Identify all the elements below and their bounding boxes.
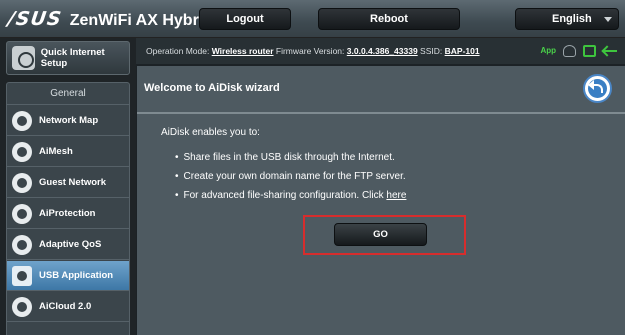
sidebar-item-label: AiProtection — [39, 208, 96, 219]
chevron-down-icon — [604, 17, 612, 22]
app-label[interactable]: App — [540, 38, 556, 64]
network-icon[interactable] — [603, 45, 617, 57]
here-link[interactable]: here — [386, 190, 406, 201]
feature-list: Share files in the USB disk through the … — [175, 152, 407, 209]
sidebar-item-label: Network Map — [39, 115, 99, 126]
product-name: ZenWiFi AX Hybrid — [69, 12, 214, 29]
asus-logo: /SUS — [6, 8, 64, 30]
aimesh-icon — [12, 141, 32, 162]
usb-application-icon — [12, 265, 32, 286]
logout-button[interactable]: Logout — [199, 8, 291, 30]
sidebar-item-aiprotection[interactable]: AiProtection — [7, 199, 129, 229]
operation-mode-link[interactable]: Wireless router — [212, 46, 274, 56]
adaptive-qos-icon — [12, 234, 32, 255]
sidebar-item-label: Guest Network — [39, 177, 107, 188]
user-icon[interactable] — [563, 45, 576, 57]
status-icons: App — [540, 38, 617, 64]
language-label: English — [552, 13, 592, 25]
operation-mode-label: Operation Mode: — [146, 46, 210, 56]
intro-text: AiDisk enables you to: — [161, 127, 260, 138]
ssid-link[interactable]: BAP-101 — [445, 46, 480, 56]
list-item-text: For advanced file-sharing configuration.… — [183, 190, 384, 201]
page-title: Welcome to AiDisk wizard — [144, 82, 280, 94]
status-bar: Operation Mode: Wireless router Firmware… — [136, 38, 625, 64]
quick-setup-label: Quick Internet Setup — [40, 47, 105, 69]
firmware-version-link[interactable]: 3.0.0.4.386_43339 — [347, 46, 418, 56]
section-title: General — [7, 83, 129, 105]
network-map-icon — [12, 110, 32, 131]
content-header: Welcome to AiDisk wizard — [137, 66, 625, 112]
usb-icon[interactable] — [583, 45, 596, 57]
aiprotection-icon — [12, 203, 32, 224]
list-item: For advanced file-sharing configuration.… — [175, 190, 407, 209]
list-item: Share files in the USB disk through the … — [175, 152, 406, 171]
sidebar-item-aimesh[interactable]: AiMesh — [7, 137, 129, 167]
general-section: General Network Map AiMesh Guest Network… — [6, 82, 130, 335]
list-item: Create your own domain name for the FTP … — [175, 171, 406, 190]
language-select[interactable]: English — [515, 8, 619, 30]
sidebar-item-label: AiCloud 2.0 — [39, 301, 92, 312]
top-bar: /SUS ZenWiFi AX Hybrid Logout Reboot Eng… — [0, 0, 625, 38]
sidebar-item-label: AiMesh — [39, 146, 73, 157]
aicloud-icon — [12, 296, 32, 317]
ssid-label: SSID: — [420, 46, 443, 56]
brand: /SUS ZenWiFi AX Hybrid — [6, 8, 214, 30]
divider — [137, 112, 625, 114]
sidebar-item-adaptive-qos[interactable]: Adaptive QoS — [7, 230, 129, 260]
quick-setup-icon — [12, 46, 35, 70]
sidebar-item-usb-application[interactable]: USB Application — [7, 261, 129, 291]
sidebar-item-guest-network[interactable]: Guest Network — [7, 168, 129, 198]
back-button[interactable] — [583, 74, 612, 103]
reboot-button[interactable]: Reboot — [318, 8, 460, 30]
sidebar-item-network-map[interactable]: Network Map — [7, 106, 129, 136]
go-button[interactable]: GO — [334, 223, 427, 246]
main-content: Welcome to AiDisk wizard AiDisk enables … — [137, 66, 625, 335]
quick-internet-setup-button[interactable]: Quick Internet Setup — [6, 41, 130, 75]
firmware-label: Firmware Version: — [275, 46, 345, 56]
sidebar-item-aicloud[interactable]: AiCloud 2.0 — [7, 292, 129, 322]
guest-network-icon — [12, 172, 32, 193]
sidebar-item-label: USB Application — [39, 270, 114, 281]
sidebar: Quick Internet Setup General Network Map… — [0, 38, 136, 335]
sidebar-item-label: Adaptive QoS — [39, 239, 102, 250]
back-arrow-icon — [588, 80, 603, 93]
